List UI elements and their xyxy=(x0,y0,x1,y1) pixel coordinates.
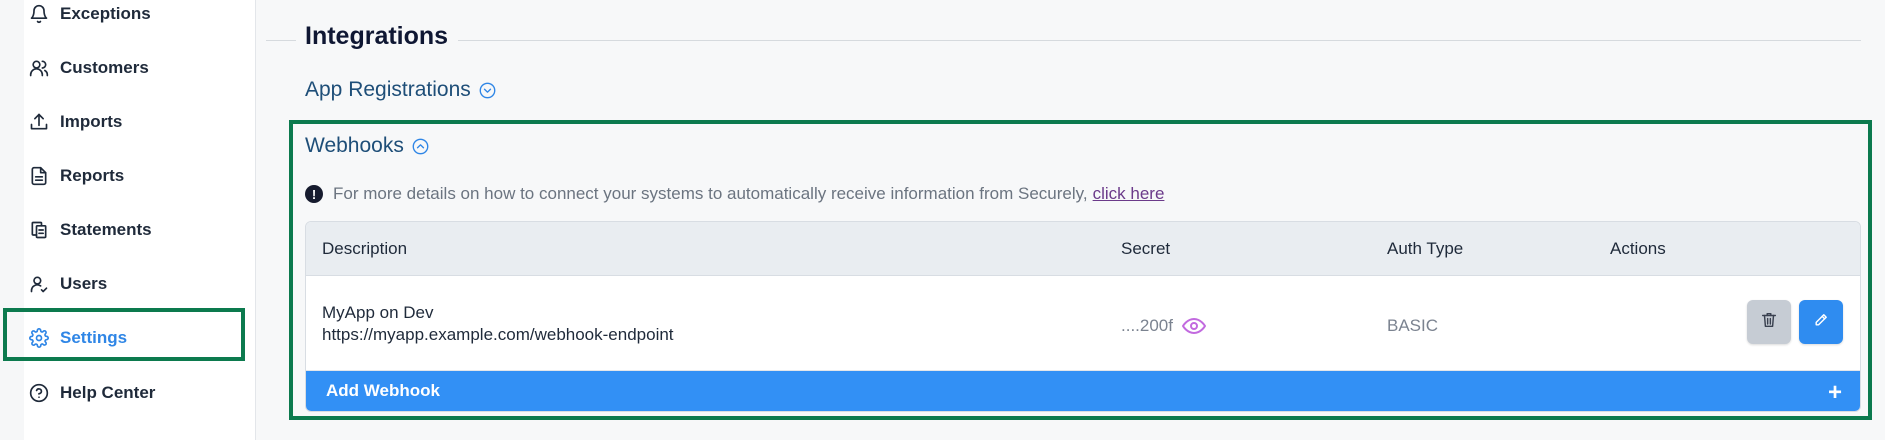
sidebar-item-label: Users xyxy=(60,274,108,293)
sidebar-strip xyxy=(0,0,24,440)
webhooks-info: ! For more details on how to connect you… xyxy=(305,184,1164,204)
add-webhook-button[interactable]: Add Webhook + xyxy=(306,371,1860,411)
webhooks-table: Description Secret Auth Type Actions MyA… xyxy=(305,221,1861,412)
question-circle-icon xyxy=(28,382,50,404)
sidebar-item-label: Statements xyxy=(60,220,152,239)
eye-icon[interactable] xyxy=(1181,317,1207,335)
sidebar-item-label: Imports xyxy=(60,112,123,131)
click-here-link[interactable]: click here xyxy=(1093,184,1165,204)
sidebar-item-label: Customers xyxy=(60,58,149,77)
section-divider xyxy=(456,40,1861,41)
upload-icon xyxy=(28,111,50,133)
plus-icon: + xyxy=(1827,379,1842,406)
sidebar-item-customers[interactable]: Customers xyxy=(28,48,248,88)
copy-icon xyxy=(28,219,50,241)
document-icon xyxy=(28,165,50,187)
table-row: MyApp on Dev https://myapp.example.com/w… xyxy=(306,276,1860,371)
page-title: Integrations xyxy=(305,22,459,51)
bell-icon xyxy=(28,3,50,25)
app-registrations-toggle[interactable]: App Registrations xyxy=(305,78,496,102)
secret-value: ....200f xyxy=(1121,316,1173,335)
sidebar: Exceptions Customers Imports Reports Sta… xyxy=(0,0,256,440)
edit-webhook-button[interactable] xyxy=(1799,300,1843,344)
user-check-icon xyxy=(28,273,50,295)
delete-webhook-button[interactable] xyxy=(1747,300,1791,344)
column-header-actions: Actions xyxy=(1610,239,1666,258)
sidebar-item-label: Help Center xyxy=(60,383,156,402)
sidebar-item-users[interactable]: Users xyxy=(28,264,248,304)
users-icon xyxy=(28,57,50,79)
column-header-description: Description xyxy=(322,239,408,258)
webhook-secret: ....200f xyxy=(1121,316,1207,336)
main-content: Integrations App Registrations Webhooks … xyxy=(256,0,1885,440)
app-registrations-label: App Registrations xyxy=(305,78,471,101)
sidebar-item-exceptions[interactable]: Exceptions xyxy=(28,0,248,34)
sidebar-item-label: Exceptions xyxy=(60,4,151,23)
chevron-down-icon xyxy=(479,82,496,99)
webhook-url: https://myapp.example.com/webhook-endpoi… xyxy=(322,325,674,344)
sidebar-item-reports[interactable]: Reports xyxy=(28,156,248,196)
webhooks-toggle[interactable]: Webhooks xyxy=(305,134,429,158)
section-divider xyxy=(266,40,296,41)
sidebar-item-help-center[interactable]: Help Center xyxy=(28,373,248,413)
sidebar-item-imports[interactable]: Imports xyxy=(28,102,248,142)
info-text: For more details on how to connect your … xyxy=(333,184,1088,203)
add-webhook-label: Add Webhook xyxy=(326,381,440,400)
webhook-name: MyApp on Dev xyxy=(322,303,434,322)
settings-highlight-box xyxy=(3,308,245,361)
sidebar-item-label: Reports xyxy=(60,166,125,185)
column-header-auth-type: Auth Type xyxy=(1387,239,1464,258)
table-header: Description Secret Auth Type Actions xyxy=(306,222,1860,276)
column-header-secret: Secret xyxy=(1121,239,1171,258)
webhooks-label: Webhooks xyxy=(305,134,404,157)
pencil-icon xyxy=(1813,312,1829,333)
sidebar-item-statements[interactable]: Statements xyxy=(28,210,248,250)
alert-icon: ! xyxy=(305,185,323,203)
chevron-up-icon xyxy=(412,138,429,155)
webhook-auth-type: BASIC xyxy=(1387,316,1439,335)
trash-icon xyxy=(1760,311,1778,334)
